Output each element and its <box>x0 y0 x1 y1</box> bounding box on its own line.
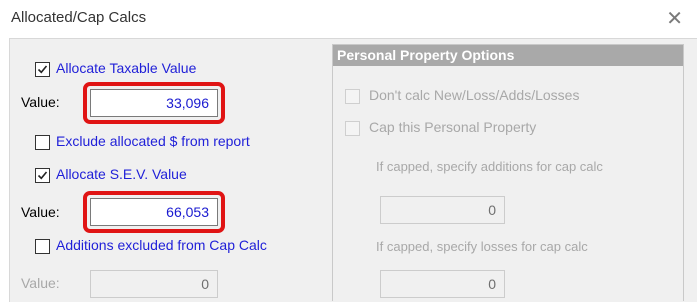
cap-this-checkbox <box>345 121 360 136</box>
allocate-taxable-checkbox[interactable] <box>35 62 50 77</box>
exclude-allocated-checkbox[interactable] <box>35 135 50 150</box>
additions-cap-caption: If capped, specify additions for cap cal… <box>376 159 603 174</box>
additions-excluded-checkbox[interactable] <box>35 239 50 254</box>
dont-calc-label: Don't calc New/Loss/Adds/Losses <box>369 87 580 103</box>
additions-value-field: 0 <box>90 270 218 298</box>
additions-excluded-label[interactable]: Additions excluded from Cap Calc <box>56 237 267 253</box>
window-title: Allocated/Cap Calcs <box>11 9 147 26</box>
checkmark-icon <box>37 65 48 74</box>
title-bar: Allocated/Cap Calcs ✕ <box>0 0 697 38</box>
sev-value-label: Value: <box>21 204 60 220</box>
dont-calc-checkbox <box>345 89 360 104</box>
losses-cap-caption: If capped, specify losses for cap calc <box>376 239 588 254</box>
allocate-taxable-label[interactable]: Allocate Taxable Value <box>56 60 196 76</box>
pp-additions-field: 0 <box>380 196 505 224</box>
exclude-allocated-label[interactable]: Exclude allocated $ from report <box>56 133 250 149</box>
checkmark-icon <box>37 171 48 180</box>
cap-this-label: Cap this Personal Property <box>369 119 537 135</box>
additions-value-label: Value: <box>21 275 60 291</box>
allocate-sev-checkbox[interactable] <box>35 168 50 183</box>
personal-property-options-group: Personal Property Options Don't calc New… <box>332 44 684 301</box>
personal-property-options-title: Personal Property Options <box>333 45 683 66</box>
close-icon[interactable]: ✕ <box>666 6 683 30</box>
pp-losses-field: 0 <box>380 270 505 298</box>
highlight-sev-value <box>83 191 225 233</box>
taxable-value-label: Value: <box>21 94 60 110</box>
allocate-sev-label[interactable]: Allocate S.E.V. Value <box>56 166 187 182</box>
highlight-taxable-value <box>83 82 225 124</box>
